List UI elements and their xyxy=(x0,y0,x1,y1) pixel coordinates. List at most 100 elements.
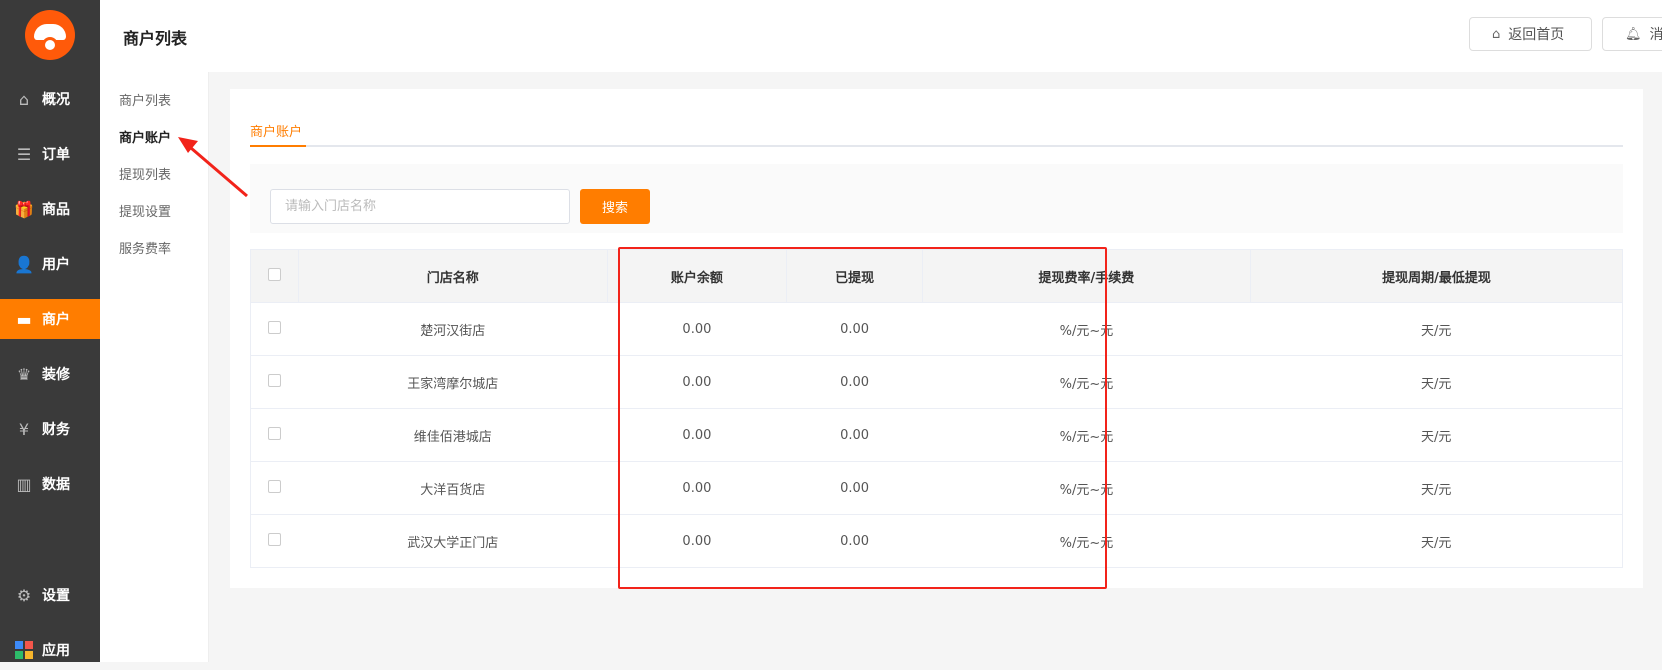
row-checkbox[interactable] xyxy=(268,479,282,493)
tab-merchant-account[interactable]: 商户账户 xyxy=(250,121,306,147)
gift-icon: 🎁 xyxy=(14,199,34,219)
column-header: 门店名称 xyxy=(298,249,608,303)
table-row: 武汉大学正门店 0.00 0.00 %/元~元 天/元 xyxy=(250,514,1623,568)
submenu-item-0[interactable]: 商户列表 xyxy=(119,90,171,109)
finance-icon: ¥ xyxy=(18,419,30,439)
table-cell: 0.00 xyxy=(607,514,787,568)
table-cell: 0.00 xyxy=(607,355,787,409)
table-cell: 王家湾摩尔城店 xyxy=(298,355,608,409)
sidebar-item-6[interactable]: ¥ 财务 xyxy=(0,409,100,449)
header: 商户列表 ⌂ 返回首页 🔔︎ 消息 xyxy=(100,0,1662,72)
sidebar-item-label: 用户 xyxy=(42,257,70,273)
row-checkbox[interactable] xyxy=(268,320,282,334)
sidebar-item-5[interactable]: ♛ 装修 xyxy=(0,354,100,394)
content-card: 商户账户 搜索 门店名称账户余额已提现提现费率/手续费提现周期/最低提现 楚河汉… xyxy=(230,89,1643,588)
table-row: 大洋百货店 0.00 0.00 %/元~元 天/元 xyxy=(250,461,1623,515)
table-cell: %/元~元 xyxy=(922,408,1251,462)
sidebar: ⌂ 概况 ☰ 订单 🎁 商品 👤 用户 ▬ 商户 ♛ 装修 ¥ 财务 ▥ 数据 ⚙ 设置 应用 xyxy=(0,0,100,662)
table-cell: 0.00 xyxy=(607,408,787,462)
select-all-cell xyxy=(250,249,299,303)
apps-icon xyxy=(14,640,34,660)
submenu-item-1[interactable]: 商户账户 xyxy=(119,127,171,146)
home-icon: ⌂ xyxy=(1492,26,1501,42)
sidebar-item-7[interactable]: ▥ 数据 xyxy=(0,464,100,504)
table-cell: 0.00 xyxy=(786,408,923,462)
bell-icon: 🔔︎ xyxy=(1625,26,1642,42)
row-checkbox[interactable] xyxy=(268,373,282,387)
search-button[interactable]: 搜索 xyxy=(580,189,650,224)
select-all-checkbox[interactable] xyxy=(268,267,281,281)
table-cell: 天/元 xyxy=(1250,514,1623,568)
submenu: 商户列表商户账户提现列表提现设置服务费率 xyxy=(100,72,209,662)
submenu-item-2[interactable]: 提现列表 xyxy=(119,164,171,183)
sidebar-item-3[interactable]: 👤 用户 xyxy=(0,244,100,284)
message-button-label: 消息 xyxy=(1649,27,1662,43)
home-icon: ⌂ xyxy=(18,89,30,109)
column-header: 提现周期/最低提现 xyxy=(1250,249,1624,303)
gear-icon: ⚙ xyxy=(16,585,32,605)
table-row: 维佳佰港城店 0.00 0.00 %/元~元 天/元 xyxy=(250,408,1623,462)
sidebar-item-1[interactable]: ☰ 订单 xyxy=(0,134,100,174)
table-row: 楚河汉街店 0.00 0.00 %/元~元 天/元 xyxy=(250,302,1623,356)
row-select-cell xyxy=(250,355,299,409)
table-cell: 武汉大学正门店 xyxy=(298,514,608,568)
search-bar: 搜索 xyxy=(250,164,1623,233)
table-cell: 天/元 xyxy=(1250,408,1623,462)
table-header-row: 门店名称 账户余额 已提现 提现费率/手续费 提现周期/最低提现 xyxy=(250,249,1624,303)
sidebar-item-4[interactable]: ▬ 商户 xyxy=(0,299,100,339)
table-cell: 0.00 xyxy=(786,461,923,515)
sidebar-item-label: 应用 xyxy=(42,643,70,659)
row-select-cell xyxy=(250,461,299,515)
table-cell: 维佳佰港城店 xyxy=(298,408,608,462)
table-cell: 天/元 xyxy=(1250,461,1623,515)
column-header: 提现费率/手续费 xyxy=(922,249,1251,303)
row-select-cell xyxy=(250,514,299,568)
home-button-label: 返回首页 xyxy=(1508,27,1565,43)
table-cell: 0.00 xyxy=(786,302,923,356)
sidebar-item-label: 数据 xyxy=(42,477,70,493)
table-cell: 0.00 xyxy=(786,355,923,409)
table-cell: %/元~元 xyxy=(922,302,1251,356)
sidebar-item-label: 概况 xyxy=(42,92,70,108)
chart-icon: ▥ xyxy=(16,474,32,494)
row-checkbox[interactable] xyxy=(268,532,282,546)
sidebar-item-label: 装修 xyxy=(42,367,70,383)
store-name-search-input[interactable] xyxy=(270,189,570,224)
message-button[interactable]: 🔔︎ 消息 xyxy=(1602,17,1662,51)
user-icon: 👤 xyxy=(14,254,34,274)
home-button[interactable]: ⌂ 返回首页 xyxy=(1469,17,1592,51)
table-cell: 0.00 xyxy=(607,302,787,356)
sidebar-item-label: 商户 xyxy=(42,312,70,328)
sidebar-item-label: 订单 xyxy=(42,147,70,163)
logo[interactable] xyxy=(25,10,75,60)
row-select-cell xyxy=(250,408,299,462)
merchant-account-table: 门店名称 账户余额 已提现 提现费率/手续费 提现周期/最低提现 楚河汉街店 0.00 0.… xyxy=(250,249,1624,568)
page-title: 商户列表 xyxy=(123,29,188,48)
table-cell: %/元~元 xyxy=(922,461,1251,515)
sidebar-item-label: 财务 xyxy=(42,422,70,438)
sidebar-item-2[interactable]: 🎁 商品 xyxy=(0,189,100,229)
column-header: 已提现 xyxy=(786,249,923,303)
table-row: 王家湾摩尔城店 0.00 0.00 %/元~元 天/元 xyxy=(250,355,1623,409)
table-cell: 天/元 xyxy=(1250,355,1623,409)
row-checkbox[interactable] xyxy=(268,426,282,440)
sidebar-item-label: 设置 xyxy=(42,588,70,604)
crown-icon: ♛ xyxy=(16,364,32,384)
row-select-cell xyxy=(250,302,299,356)
store-icon: ▬ xyxy=(16,309,32,329)
table-cell: 天/元 xyxy=(1250,302,1623,356)
table-cell: 大洋百货店 xyxy=(298,461,608,515)
sidebar-item-8[interactable]: ⚙ 设置 xyxy=(0,575,100,615)
submenu-item-3[interactable]: 提现设置 xyxy=(119,201,171,220)
sidebar-item-0[interactable]: ⌂ 概况 xyxy=(0,79,100,119)
table-cell: 0.00 xyxy=(607,461,787,515)
table-cell: 楚河汉街店 xyxy=(298,302,608,356)
sidebar-item-label: 商品 xyxy=(42,202,70,218)
sidebar-item-9[interactable]: 应用 xyxy=(0,630,100,670)
order-icon: ☰ xyxy=(16,144,32,164)
table-cell: 0.00 xyxy=(786,514,923,568)
table-cell: %/元~元 xyxy=(922,355,1251,409)
submenu-item-4[interactable]: 服务费率 xyxy=(119,238,171,257)
tab-bar: 商户账户 xyxy=(250,116,1623,147)
table-cell: %/元~元 xyxy=(922,514,1251,568)
